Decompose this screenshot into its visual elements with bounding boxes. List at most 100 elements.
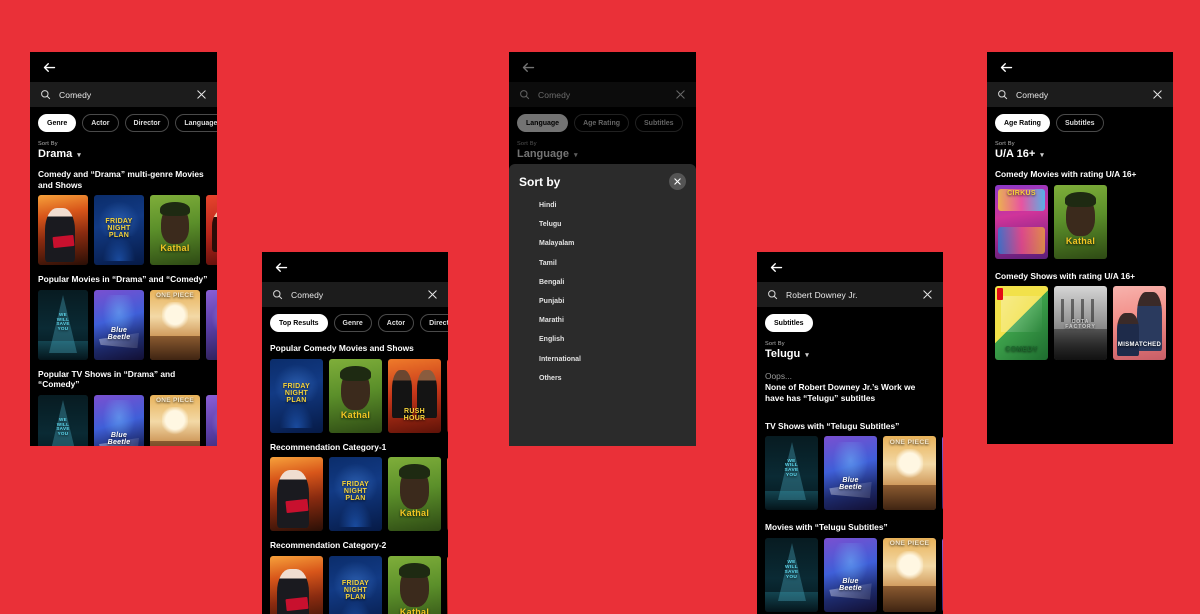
poster-rail[interactable]: WE WILL SAVE YOU Blue Beetle ONE PIECE [30,289,217,360]
filter-chip-actor[interactable]: Actor [377,314,415,332]
poster-card[interactable]: Kathal [388,555,441,614]
poster-card[interactable]: ONE PIECE [150,289,200,360]
poster-card[interactable]: WE WILL SAVE YOU [765,537,818,612]
sort-option-malayalam[interactable]: Malayalam [509,234,696,253]
chevron-down-icon[interactable]: ▾ [1040,151,1044,159]
poster-card[interactable]: Kathal [150,195,200,265]
poster-rail[interactable]: FRIDAY NIGHT PLAN Kathal [30,195,217,265]
back-arrow-icon[interactable] [769,260,784,275]
search-input[interactable]: Comedy [1016,90,1144,100]
close-x-icon[interactable] [1152,89,1163,100]
poster-card[interactable]: RUSH HOUR [388,358,441,433]
close-x-icon[interactable] [427,289,438,300]
filter-chip-top-results[interactable]: Top Results [270,314,328,332]
poster-card[interactable]: WE WILL SAVE YOU [38,289,88,360]
poster-card[interactable]: COTA FACTORY [1054,286,1107,360]
filter-chip-genre[interactable]: Genre [38,114,77,132]
chevron-down-icon[interactable]: ▾ [77,151,81,159]
back-arrow-icon[interactable] [274,260,289,275]
poster-card[interactable]: WE WILL SAVE YOU [38,394,88,446]
poster-card[interactable]: FRIDAY NIGHT PLAN [329,457,382,531]
search-input[interactable]: Comedy [291,290,419,300]
filter-chip-row[interactable]: Subtitles [757,307,943,332]
poster-card[interactable]: Kathal [329,358,382,433]
filter-chip-row[interactable]: Top Results Genre Actor Director Lan [262,307,448,332]
poster-card[interactable]: Blue Beetle [94,289,144,360]
poster-rail[interactable]: WE WILL SAVE YOU Blue Beetle ONE PIECE [757,537,943,612]
filter-chip-row[interactable]: Age Rating Subtitles [987,107,1173,132]
poster-card[interactable] [270,555,323,614]
poster-card[interactable]: FRIDAY NIGHT PLAN [94,195,144,265]
poster-card[interactable]: COMEDY [995,286,1048,360]
search-bar[interactable]: Comedy [987,82,1173,107]
poster-rail[interactable]: CIRKUS Kathal [987,184,1173,259]
filter-chip-age-rating[interactable]: Age Rating [995,114,1050,132]
poster-card[interactable]: FRIDAY NIGHT PLAN [270,358,323,433]
poster-card[interactable]: CIRKUS [995,184,1048,259]
poster-card[interactable]: WE WILL SAVE YOU [765,436,818,510]
search-bar[interactable]: Robert Downey Jr. [757,282,943,307]
sort-by-value-row[interactable]: Drama ▾ [38,148,209,160]
filter-chip-genre[interactable]: Genre [333,314,372,332]
top-bar [757,252,943,282]
poster-card[interactable]: Blue Beetle [94,394,144,446]
filter-chip-subtitles[interactable]: Subtitles [1055,114,1104,132]
filter-chip-row[interactable]: Genre Actor Director Language Age Rating [30,107,217,132]
poster-rail[interactable]: COMEDY COTA FACTORY MISMATCHED [987,286,1173,360]
sort-by-label: Sort By [38,141,58,147]
poster-rail[interactable]: WE WILL SAVE YOU Blue Beetle ONE PIECE [757,436,943,510]
sort-option-marathi[interactable]: Marathi [509,311,696,330]
poster-card[interactable] [206,195,217,265]
sort-option-others[interactable]: Others [509,369,696,388]
search-bar[interactable]: Comedy [262,282,448,307]
close-x-icon[interactable] [922,289,933,300]
poster-rail[interactable]: FRIDAY NIGHT PLAN Kathal [262,457,448,531]
sort-option-international[interactable]: International [509,350,696,369]
chevron-down-icon[interactable]: ▾ [805,351,809,359]
sort-option-bengali[interactable]: Bengali [509,273,696,292]
poster-rail[interactable]: FRIDAY NIGHT PLAN Kathal [262,555,448,614]
search-bar[interactable]: Comedy [30,82,217,107]
sort-by-control[interactable]: Sort By U/A 16+ ▾ [987,132,1173,160]
back-arrow-icon[interactable] [999,60,1014,75]
filter-chip-language[interactable]: Language [175,114,217,132]
poster-card[interactable]: Kathal [388,457,441,531]
sort-by-value-row[interactable]: U/A 16+ ▾ [995,148,1165,160]
poster-card[interactable]: ONE PIECE [150,394,200,446]
poster-card[interactable]: ONE PIECE [883,436,936,510]
poster-card[interactable] [270,457,323,531]
poster-card[interactable]: MISMATCHED [1113,286,1166,360]
poster-card[interactable]: ONE PIECE [883,537,936,612]
filter-chip-actor[interactable]: Actor [82,114,119,132]
filter-chip-director[interactable]: Director [124,114,170,132]
poster-rail[interactable]: WE WILL SAVE YOU Blue Beetle ONE PIECE [30,394,217,446]
poster-card[interactable]: FRIDAY NIGHT PLAN [329,555,382,614]
poster-card[interactable]: Blue Beetle [824,436,877,510]
poster-card[interactable] [942,537,943,612]
search-input[interactable]: Comedy [59,90,188,100]
sort-option-hindi[interactable]: Hindi [509,196,696,215]
sort-option-tamil[interactable]: Tamil [509,254,696,273]
poster-card[interactable]: Blue Beetle [824,537,877,612]
poster-card[interactable] [447,457,448,531]
sort-option-telugu[interactable]: Telugu [509,215,696,234]
close-circle-icon[interactable] [669,173,686,190]
sort-by-control[interactable]: Sort By Drama ▾ [30,132,217,160]
back-arrow-icon[interactable] [42,60,57,75]
filter-chip-subtitles[interactable]: Subtitles [765,314,813,332]
close-x-icon[interactable] [196,89,207,100]
poster-card[interactable] [206,394,217,446]
sort-by-value-row[interactable]: Telugu ▾ [765,348,935,360]
sort-by-control[interactable]: Sort By Telugu ▾ [757,332,943,360]
sort-option-punjabi[interactable]: Punjabi [509,292,696,311]
poster-card[interactable] [447,555,448,614]
filter-chip-director[interactable]: Director [420,314,448,332]
poster-card[interactable] [206,289,217,360]
sort-option-english[interactable]: English [509,330,696,349]
search-input[interactable]: Robert Downey Jr. [786,290,914,300]
poster-card[interactable]: Kathal [1054,184,1107,259]
poster-card[interactable] [942,436,943,510]
poster-rail[interactable]: FRIDAY NIGHT PLAN Kathal RUSH HOUR [262,358,448,433]
poster-card[interactable] [447,358,448,433]
poster-card[interactable] [38,195,88,265]
